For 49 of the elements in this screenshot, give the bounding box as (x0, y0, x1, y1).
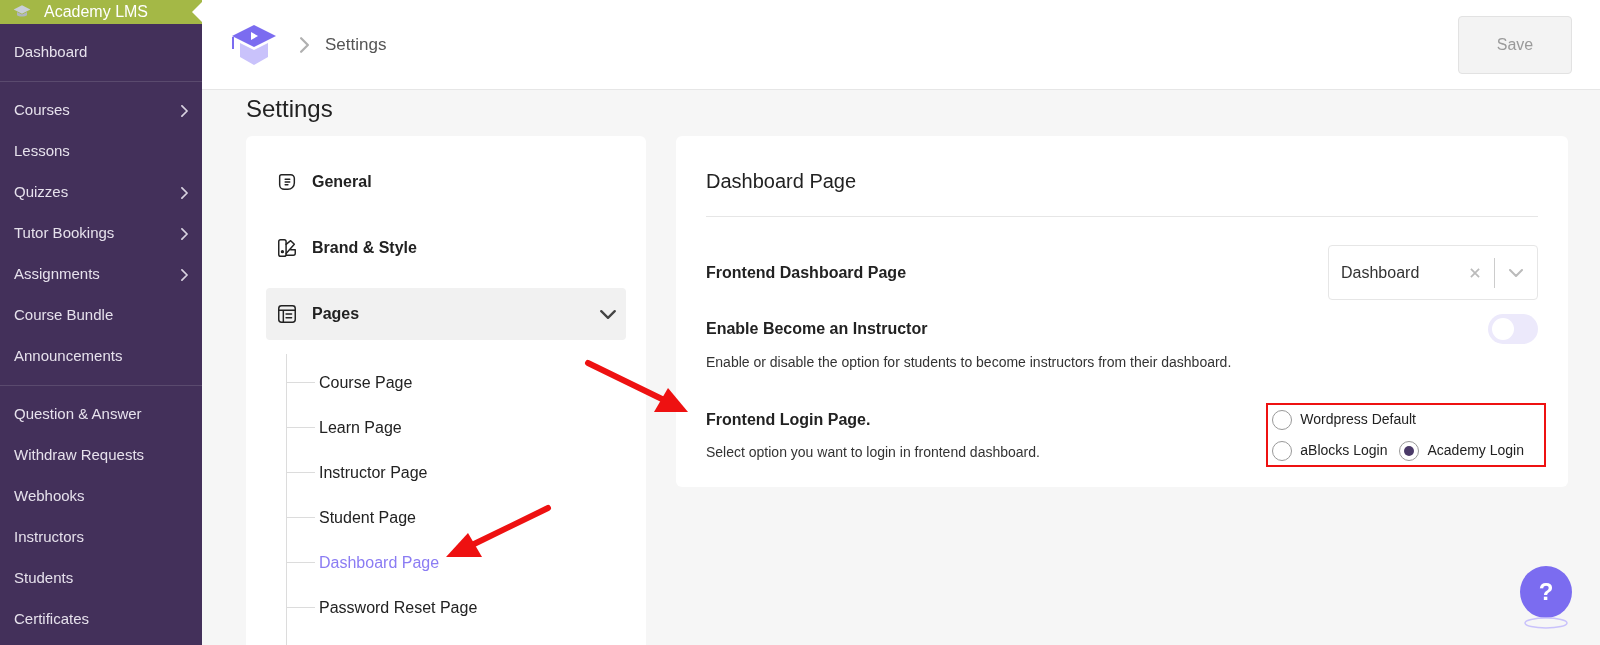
settings-nav-item[interactable]: Brand & Style (266, 222, 626, 274)
chevron-right-icon (181, 186, 188, 199)
field-label: Frontend Dashboard Page (706, 262, 907, 283)
page-link[interactable]: Learn Page (319, 415, 402, 440)
sidebar-item[interactable]: Students (0, 558, 202, 599)
shadow-ring-icon (1523, 616, 1569, 630)
sidebar-item[interactable]: Announcements (0, 336, 202, 377)
help-button[interactable]: ? (1520, 566, 1572, 618)
sidebar-item[interactable]: Quizzes (0, 172, 202, 213)
field-label: Frontend Login Page. (706, 409, 872, 430)
chevron-right-icon (300, 36, 309, 53)
settings-nav-item[interactable]: Pages (266, 288, 626, 340)
sidebar-item[interactable]: Dashboard (0, 32, 202, 73)
chevron-right-icon (181, 104, 188, 117)
sidebar-item[interactable]: Webhooks (0, 476, 202, 517)
sidebar-item[interactable]: Certificates (0, 599, 202, 640)
radio-option[interactable]: Wordpress Default (1272, 409, 1540, 430)
chevron-right-icon (181, 268, 188, 281)
page-link[interactable]: Password Reset Page (319, 595, 478, 620)
sidebar-item[interactable]: Assignments (0, 254, 202, 295)
page-link[interactable]: Course Page (319, 370, 413, 395)
sidebar-item[interactable]: Tutor Bookings (0, 213, 202, 254)
clear-icon[interactable] (1468, 265, 1482, 280)
layout-icon (276, 303, 298, 325)
field-label: Enable Become an Instructor (706, 319, 928, 339)
page-title: Settings (246, 94, 334, 124)
sidebar-item[interactable]: Instructors (0, 517, 202, 558)
logo-icon (230, 22, 278, 67)
breadcrumb[interactable]: Settings (325, 31, 387, 58)
page-link[interactable]: Student Page (319, 505, 416, 530)
sidebar-item[interactable]: Courses (0, 90, 202, 131)
radio-option[interactable]: Academy Login (1399, 440, 1524, 461)
sidebar-item[interactable]: Course Bundle (0, 295, 202, 336)
sidebar-item[interactable]: Withdraw Requests (0, 435, 202, 476)
settings-nav-item[interactable]: General (266, 156, 626, 208)
palette-icon (276, 237, 298, 259)
field-description: Enable or disable the option for students to become instructors from their dashboard. (706, 353, 1233, 372)
sidebar-item[interactable]: Lessons (0, 131, 202, 172)
chevron-right-icon (181, 227, 188, 240)
field-description: Select option you want to login in frontend dashboard. (706, 442, 1040, 462)
radio-option[interactable]: aBlocks Login (1272, 440, 1388, 461)
page-link[interactable]: Instructor Page (319, 460, 428, 485)
brand-name: Academy LMS (44, 2, 149, 22)
chevron-down-icon (600, 309, 616, 319)
badge-icon (276, 171, 298, 193)
sidebar-item[interactable]: Question & Answer (0, 394, 202, 435)
page-select[interactable]: Dashboard (1328, 245, 1538, 300)
panel-title: Dashboard Page (706, 166, 1538, 217)
chevron-down-icon (1509, 268, 1523, 277)
